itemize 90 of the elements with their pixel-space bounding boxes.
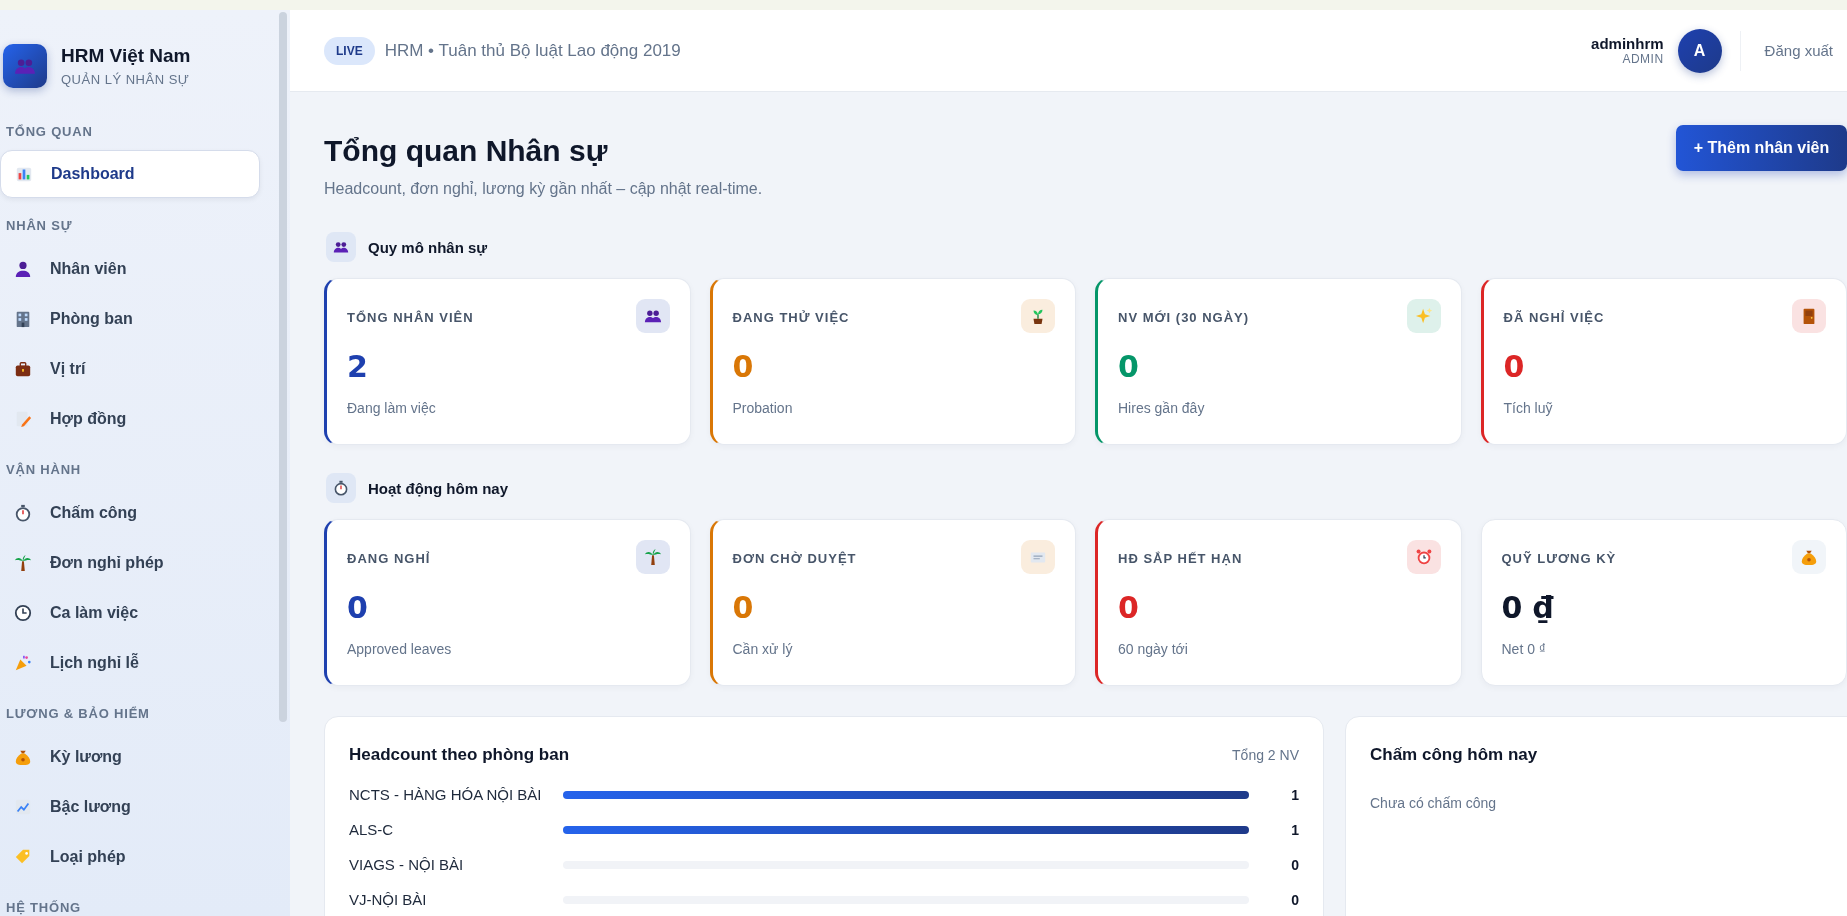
nav-group-title: VẬN HÀNH (6, 461, 82, 479)
stat-value: 0 (347, 590, 369, 625)
nav-group-title: NHÂN SỰ (6, 217, 74, 235)
department-name: VIAGS - NỘI BÀI (349, 856, 465, 873)
people-icon (635, 299, 670, 333)
panel-title: Headcount theo phòng ban (349, 745, 570, 765)
stat-value: 0 (1118, 590, 1140, 625)
bar-chart-icon (15, 165, 33, 183)
department-name: VJ-NỘI BÀI (349, 891, 428, 908)
nav-item[interactable]: Hợp đồng (0, 394, 260, 444)
scrollbar[interactable] (279, 12, 287, 722)
nav-item[interactable]: Lịch nghỉ lễ (0, 638, 260, 688)
nav-item[interactable]: Ca làm việc (0, 588, 260, 638)
nav-group-title: LƯƠNG & BẢO HIỂM (6, 705, 151, 723)
stat-value: 2 (347, 349, 369, 384)
panel-title: Chấm công hôm nay (1370, 745, 1539, 765)
money-bag-icon (1792, 540, 1826, 574)
nav-item[interactable]: Dashboard (0, 150, 260, 198)
logout-link[interactable]: Đăng xuất (1764, 42, 1833, 59)
empty-message: Chưa có chấm công (1370, 795, 1498, 811)
stat-label: QUỸ LƯƠNG KỲ (1501, 551, 1617, 566)
stat-label: ĐANG THỬ VIỆC (732, 310, 850, 325)
stat-caption: 60 ngày tới (1118, 641, 1189, 657)
stat-label: TỔNG NHÂN VIÊN (347, 310, 474, 325)
palm-tree-icon (635, 540, 670, 574)
nav-item[interactable]: Phòng ban (0, 294, 260, 344)
stat-caption: Net 0 ₫ (1501, 641, 1548, 657)
briefcase-icon (14, 360, 32, 378)
nav-item[interactable]: Chấm công (0, 488, 260, 538)
brand-subtitle: QUẢN LÝ NHÂN SỰ (61, 72, 191, 87)
stat-caption: Approved leaves (347, 641, 453, 657)
stopwatch-icon (326, 473, 356, 503)
person-icon (14, 260, 32, 278)
logo-icon (3, 44, 47, 88)
stat-label: NV MỚI (30 NGÀY) (1118, 310, 1250, 325)
stat-caption: Cần xử lý (732, 641, 794, 657)
nav-group-title: HỆ THỐNG (6, 899, 82, 916)
page-subtitle: Headcount, đơn nghỉ, lương kỳ gần nhất – cập nhật real-time. (324, 180, 764, 198)
stopwatch-icon (14, 504, 32, 522)
stat-label: HĐ SẮP HẾT HẠN (1118, 551, 1243, 566)
stat-label: ĐANG NGHỈ (347, 551, 431, 566)
department-name: ALS-C (349, 821, 395, 838)
stat-value: 0 (732, 590, 755, 625)
nav-item[interactable]: Nhân viên (0, 244, 260, 294)
page-title: Tổng quan Nhân sự (324, 134, 609, 168)
alarm-clock-icon (1406, 540, 1441, 574)
user-name: adminhrm (1591, 35, 1664, 52)
stat-label: ĐƠN CHỜ DUYỆT (732, 551, 857, 566)
party-popper-icon (14, 654, 32, 672)
user-role: ADMIN (1622, 52, 1664, 66)
department-name: NCTS - HÀNG HÓA NỘI BÀI (349, 786, 543, 803)
stat-value: 0 (1118, 349, 1140, 384)
section-title: Hoạt động hôm nay (368, 479, 508, 497)
money-bag-icon (14, 748, 32, 766)
live-badge: LIVE (324, 36, 375, 65)
door-icon (1792, 299, 1826, 333)
palm-tree-icon (14, 554, 32, 572)
building-icon (14, 310, 32, 328)
sparkle-icon (1406, 299, 1441, 333)
brand-name: HRM Việt Nam (61, 45, 191, 67)
line-chart-icon (14, 798, 32, 816)
stat-value: 0 (1503, 349, 1526, 384)
avatar[interactable]: A (1677, 28, 1722, 73)
nav-item[interactable]: Đơn nghỉ phép (0, 538, 260, 588)
stat-caption: Đang làm việc (347, 400, 437, 416)
nav-group-title: TỔNG QUAN (6, 123, 94, 141)
clock-icon (14, 604, 32, 622)
department-count: 0 (1290, 891, 1299, 908)
nav-item[interactable]: Loại phép (0, 832, 260, 882)
sprout-icon (1021, 299, 1055, 333)
nav-item[interactable]: Bậc lương (0, 782, 260, 832)
nav-item[interactable]: Vị trí (0, 344, 260, 394)
panel-total: Tổng 2 NV (1232, 747, 1299, 763)
stat-caption: Probation (732, 400, 794, 416)
header-title: HRM • Tuân thủ Bộ luật Lao động 2019 (384, 40, 681, 61)
stat-label: ĐÃ NGHỈ VIỆC (1503, 310, 1605, 325)
nav-item[interactable]: Kỳ lương (0, 732, 260, 782)
tag-icon (14, 848, 32, 866)
department-count: 1 (1290, 821, 1299, 838)
add-employee-button[interactable]: + Thêm nhân viên (1676, 125, 1847, 171)
people-icon (326, 232, 356, 262)
document-icon (14, 410, 32, 428)
paper-icon (1021, 540, 1055, 574)
stat-caption: Tích luỹ (1503, 400, 1554, 416)
stat-value: 0 (732, 349, 755, 384)
department-count: 1 (1290, 786, 1299, 803)
section-title: Quy mô nhân sự (368, 238, 488, 256)
department-count: 0 (1290, 856, 1299, 873)
stat-value: 0 ₫ (1501, 590, 1555, 625)
stat-caption: Hires gần đây (1118, 400, 1206, 416)
